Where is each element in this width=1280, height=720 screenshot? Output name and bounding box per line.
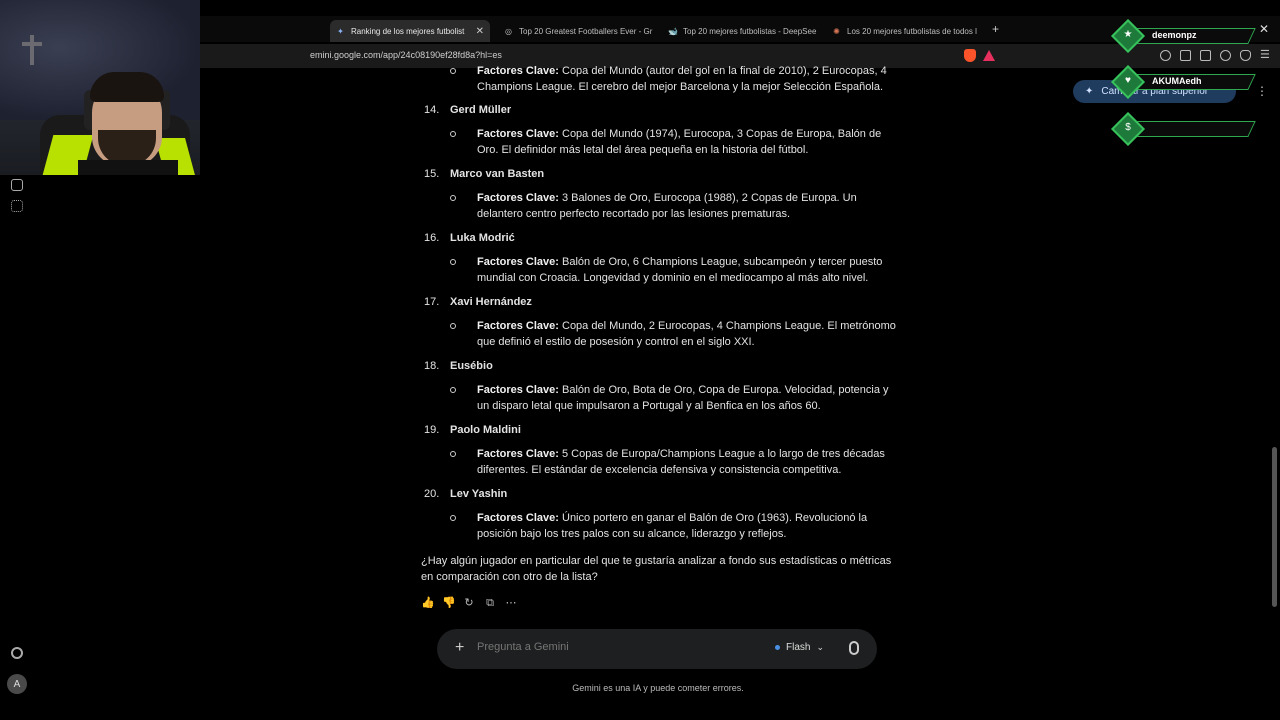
player-name: Luka Modrić: [450, 232, 515, 244]
tab-label: Ranking de los mejores futbolist: [351, 26, 465, 36]
gemini-icon: ✦: [337, 26, 344, 36]
sidebar-icon[interactable]: [1180, 50, 1191, 61]
tab-label: Top 20 mejores futbolistas - DeepSee: [683, 26, 817, 36]
tab-claude[interactable]: ✺ Los 20 mejores futbolistas de todos l: [826, 20, 981, 42]
grok-icon: ◎: [505, 26, 512, 36]
star-icon: ★: [1123, 29, 1133, 40]
tab-label: Los 20 mejores futbolistas de todos l: [847, 26, 977, 36]
url-text[interactable]: emini.google.com/app/24c08190ef28fd8a?hl…: [310, 50, 502, 60]
edit-icon[interactable]: [11, 179, 23, 191]
sparkle-icon: ✦: [1085, 86, 1094, 97]
claude-icon: ✺: [833, 26, 840, 36]
tab-deepseek[interactable]: 🐋 Top 20 mejores futbolistas - DeepSee: [662, 20, 817, 42]
disclaimer: Gemini es una IA y puede cometer errores…: [572, 683, 744, 693]
response-actions: 👍 👎 ↻ ⧉ ⋯: [421, 597, 517, 609]
leo-ai-icon[interactable]: [1220, 50, 1231, 61]
player-name: Xavi Hernández: [450, 296, 532, 308]
model-selector[interactable]: Flash ⌄: [775, 642, 824, 653]
new-tab-button[interactable]: +: [992, 22, 999, 36]
player-name: Eusébio: [450, 360, 493, 372]
follow-up-question: ¿Hay algún jugador en particular del que…: [421, 555, 892, 583]
tab-label: Top 20 Greatest Footballers Ever - Gr: [519, 26, 653, 36]
regenerate-icon[interactable]: ↻: [463, 597, 475, 609]
vpn-icon[interactable]: [1240, 50, 1251, 61]
player-name: Marco van Basten: [450, 168, 545, 180]
thumbs-down-icon[interactable]: 👎: [442, 597, 456, 609]
copy-icon[interactable]: ⧉: [484, 597, 496, 609]
bullet-icon: [450, 68, 456, 74]
music-icon[interactable]: [1160, 50, 1171, 61]
deepseek-icon: 🐋: [668, 26, 678, 36]
webcam-overlay: [0, 0, 200, 175]
prompt-box: + Flash ⌄: [437, 629, 877, 669]
model-label: Flash: [786, 642, 811, 653]
stream-alert-donation: $: [1111, 112, 1262, 146]
player-name: Gerd Müller: [450, 104, 512, 116]
stream-alert-like: ♥ AKUMAedh: [1111, 65, 1262, 99]
stream-alert-follow: ★ deemonpz: [1111, 19, 1262, 53]
close-icon[interactable]: ✕: [476, 26, 484, 37]
brave-rewards-icon[interactable]: [983, 50, 995, 61]
settings-icon[interactable]: [11, 647, 23, 659]
microphone-icon[interactable]: [849, 641, 859, 655]
player-name: Lev Yashin: [450, 488, 508, 500]
more-icon[interactable]: ⋯: [505, 597, 517, 609]
thumbs-up-icon[interactable]: 👍: [421, 597, 435, 609]
tab-grok[interactable]: ◎ Top 20 Greatest Footballers Ever - Gr: [498, 20, 653, 42]
dollar-icon: $: [1125, 122, 1131, 133]
heart-icon: ♥: [1125, 75, 1131, 86]
menu-icon[interactable]: ☰: [1260, 50, 1271, 61]
model-dot-icon: [775, 645, 780, 650]
brave-shield-icon[interactable]: [964, 49, 976, 62]
scrollbar[interactable]: [1272, 447, 1277, 607]
player-name: Paolo Maldini: [450, 424, 521, 436]
wallet-icon[interactable]: [1200, 50, 1211, 61]
tab-gemini[interactable]: ✦ Ranking de los mejores futbolist ✕: [330, 20, 490, 42]
chevron-down-icon: ⌄: [816, 642, 824, 652]
alert-user: AKUMAedh: [1152, 76, 1202, 86]
prompt-input[interactable]: [477, 641, 757, 653]
add-icon[interactable]: +: [455, 639, 464, 657]
alert-user: deemonpz: [1152, 30, 1197, 40]
apps-icon[interactable]: [11, 200, 23, 212]
